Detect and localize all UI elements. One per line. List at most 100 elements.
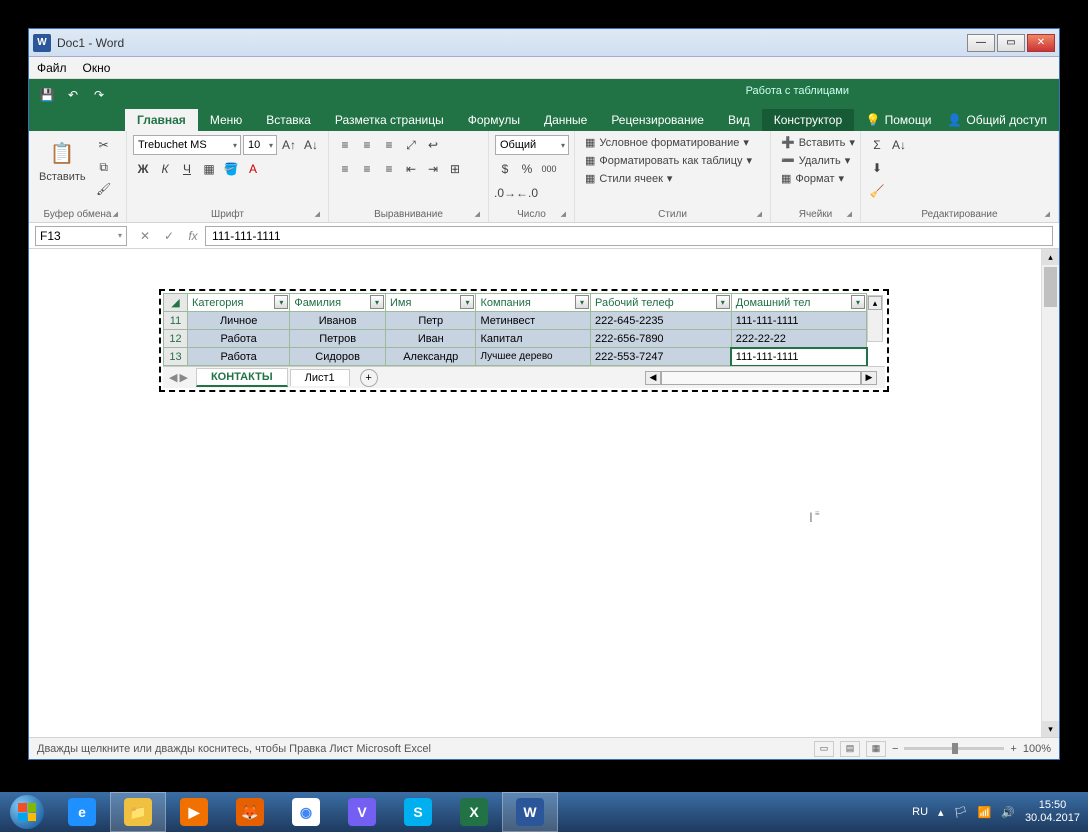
sheet-tab-sheet1[interactable]: Лист1	[290, 369, 350, 386]
filter-icon[interactable]: ▾	[575, 295, 589, 309]
cell[interactable]: Капитал	[476, 330, 591, 348]
cell[interactable]: 111-111-1111	[731, 312, 866, 330]
filter-icon[interactable]: ▾	[851, 295, 865, 309]
tab-view[interactable]: Вид	[716, 109, 762, 131]
embedded-excel-object[interactable]: ◢ Категория▾ Фамилия▾ Имя▾ Компания▾ Раб…	[159, 289, 889, 392]
view-web-icon[interactable]: ▦	[866, 741, 886, 757]
cell[interactable]: Петров	[290, 330, 386, 348]
autosum-icon[interactable]: Σ	[867, 135, 887, 155]
cell[interactable]: Работа	[188, 348, 290, 366]
enter-formula-icon[interactable]: ✓	[157, 226, 181, 246]
fx-icon[interactable]: fx	[181, 226, 205, 246]
format-painter-icon[interactable]: 🖌	[94, 179, 114, 199]
formula-input[interactable]: 111-111-1111	[205, 226, 1053, 246]
cell[interactable]: Иван	[386, 330, 476, 348]
filter-icon[interactable]: ▾	[716, 295, 730, 309]
filter-icon[interactable]: ▾	[460, 295, 474, 309]
row-header[interactable]: 11	[164, 312, 188, 330]
row-header[interactable]: 13	[164, 348, 188, 366]
tab-home[interactable]: Главная	[125, 109, 198, 131]
cell[interactable]: Метинвест	[476, 312, 591, 330]
col-surname[interactable]: Фамилия▾	[290, 294, 386, 312]
borders-icon[interactable]: ▦	[199, 159, 219, 179]
filter-icon[interactable]: ▾	[370, 295, 384, 309]
decrease-indent-icon[interactable]: ⇤	[401, 159, 421, 179]
tab-menu[interactable]: Меню	[198, 109, 254, 131]
taskbar-word[interactable]: W	[502, 792, 558, 832]
format-cells[interactable]: ▦ Формат ▾	[777, 171, 859, 186]
bold-button[interactable]: Ж	[133, 159, 153, 179]
fill-color-icon[interactable]: 🪣	[221, 159, 241, 179]
col-category[interactable]: Категория▾	[188, 294, 290, 312]
scroll-left-icon[interactable]: ◀	[645, 371, 661, 385]
cell[interactable]: Иванов	[290, 312, 386, 330]
increase-font-icon[interactable]: A↑	[279, 135, 299, 155]
tab-review[interactable]: Рецензирование	[599, 109, 716, 131]
scroll-down-icon[interactable]: ▾	[1042, 721, 1059, 737]
table-row[interactable]: 11 Личное Иванов Петр Метинвест 222-645-…	[164, 312, 867, 330]
tab-formulas[interactable]: Формулы	[456, 109, 532, 131]
zoom-in-icon[interactable]: +	[1010, 743, 1016, 755]
zoom-value[interactable]: 100%	[1023, 743, 1051, 755]
align-left-icon[interactable]: ≡	[335, 159, 355, 179]
sheet-tab-contacts[interactable]: КОНТАКТЫ	[196, 368, 288, 387]
scroll-up-icon[interactable]: ▴	[868, 296, 882, 310]
close-button[interactable]: ✕	[1027, 34, 1055, 52]
orientation-icon[interactable]: ⤢	[401, 135, 421, 155]
col-work-phone[interactable]: Рабочий телеф▾	[591, 294, 732, 312]
italic-button[interactable]: К	[155, 159, 175, 179]
filter-icon[interactable]: ▾	[274, 295, 288, 309]
selected-cell[interactable]: 111-111-1111	[731, 348, 866, 366]
add-sheet-icon[interactable]: +	[360, 369, 378, 387]
embedded-hscrollbar[interactable]: ◀ ▶	[645, 371, 877, 385]
tell-me[interactable]: 💡 Помощи	[860, 111, 938, 129]
sort-icon[interactable]: A↓	[889, 135, 909, 155]
currency-icon[interactable]: $	[495, 159, 515, 179]
maximize-button[interactable]: ▭	[997, 34, 1025, 52]
increase-decimal-icon[interactable]: .0→	[495, 183, 515, 203]
cell[interactable]: Александр	[386, 348, 476, 366]
merge-icon[interactable]: ⊞	[445, 159, 465, 179]
col-name[interactable]: Имя▾	[386, 294, 476, 312]
decrease-decimal-icon[interactable]: ←.0	[517, 183, 537, 203]
taskbar-explorer[interactable]: 📁	[110, 792, 166, 832]
cell[interactable]: 222-656-7890	[591, 330, 732, 348]
sheet-nav-prev-icon[interactable]: ◀	[169, 371, 177, 384]
document-area[interactable]: ◢ Категория▾ Фамилия▾ Имя▾ Компания▾ Раб…	[29, 249, 1059, 737]
conditional-formatting[interactable]: ▦ Условное форматирование ▾	[581, 135, 756, 150]
cell-styles[interactable]: ▦ Стили ячеек ▾	[581, 171, 756, 186]
font-name-combo[interactable]: Trebuchet MS	[133, 135, 241, 155]
percent-icon[interactable]: %	[517, 159, 537, 179]
scroll-track[interactable]	[661, 371, 861, 385]
number-format-combo[interactable]: Общий	[495, 135, 569, 155]
sheet-nav-next-icon[interactable]: ▶	[179, 371, 187, 384]
tray-chevron-icon[interactable]: ▴	[938, 806, 944, 819]
taskbar-excel[interactable]: X	[446, 792, 502, 832]
language-indicator[interactable]: RU	[912, 806, 928, 818]
share-button[interactable]: 👤 Общий доступ	[941, 111, 1053, 129]
cell[interactable]: Сидоров	[290, 348, 386, 366]
clear-icon[interactable]: 🧹	[867, 181, 887, 201]
cut-icon[interactable]: ✂	[94, 135, 114, 155]
font-size-combo[interactable]: 10	[243, 135, 277, 155]
cell[interactable]: Петр	[386, 312, 476, 330]
start-button[interactable]	[0, 792, 54, 832]
col-company[interactable]: Компания▾	[476, 294, 591, 312]
undo-icon[interactable]: ↶	[63, 85, 83, 105]
comma-icon[interactable]: 000	[539, 159, 559, 179]
menu-file[interactable]: Файл	[37, 61, 67, 75]
font-color-icon[interactable]: A	[243, 159, 263, 179]
scroll-up-icon[interactable]: ▴	[1042, 249, 1059, 265]
align-middle-icon[interactable]: ≡	[357, 135, 377, 155]
view-read-icon[interactable]: ▭	[814, 741, 834, 757]
tray-network-icon[interactable]: 📶	[978, 806, 992, 819]
taskbar-skype[interactable]: S	[390, 792, 446, 832]
fill-icon[interactable]: ⬇	[867, 158, 887, 178]
wrap-text-icon[interactable]: ↩	[423, 135, 443, 155]
cell[interactable]: Лучшее дерево	[476, 348, 591, 366]
tab-data[interactable]: Данные	[532, 109, 599, 131]
cell[interactable]: Работа	[188, 330, 290, 348]
tab-page-layout[interactable]: Разметка страницы	[323, 109, 456, 131]
menu-window[interactable]: Окно	[83, 61, 111, 75]
col-home-phone[interactable]: Домашний тел▾	[731, 294, 866, 312]
